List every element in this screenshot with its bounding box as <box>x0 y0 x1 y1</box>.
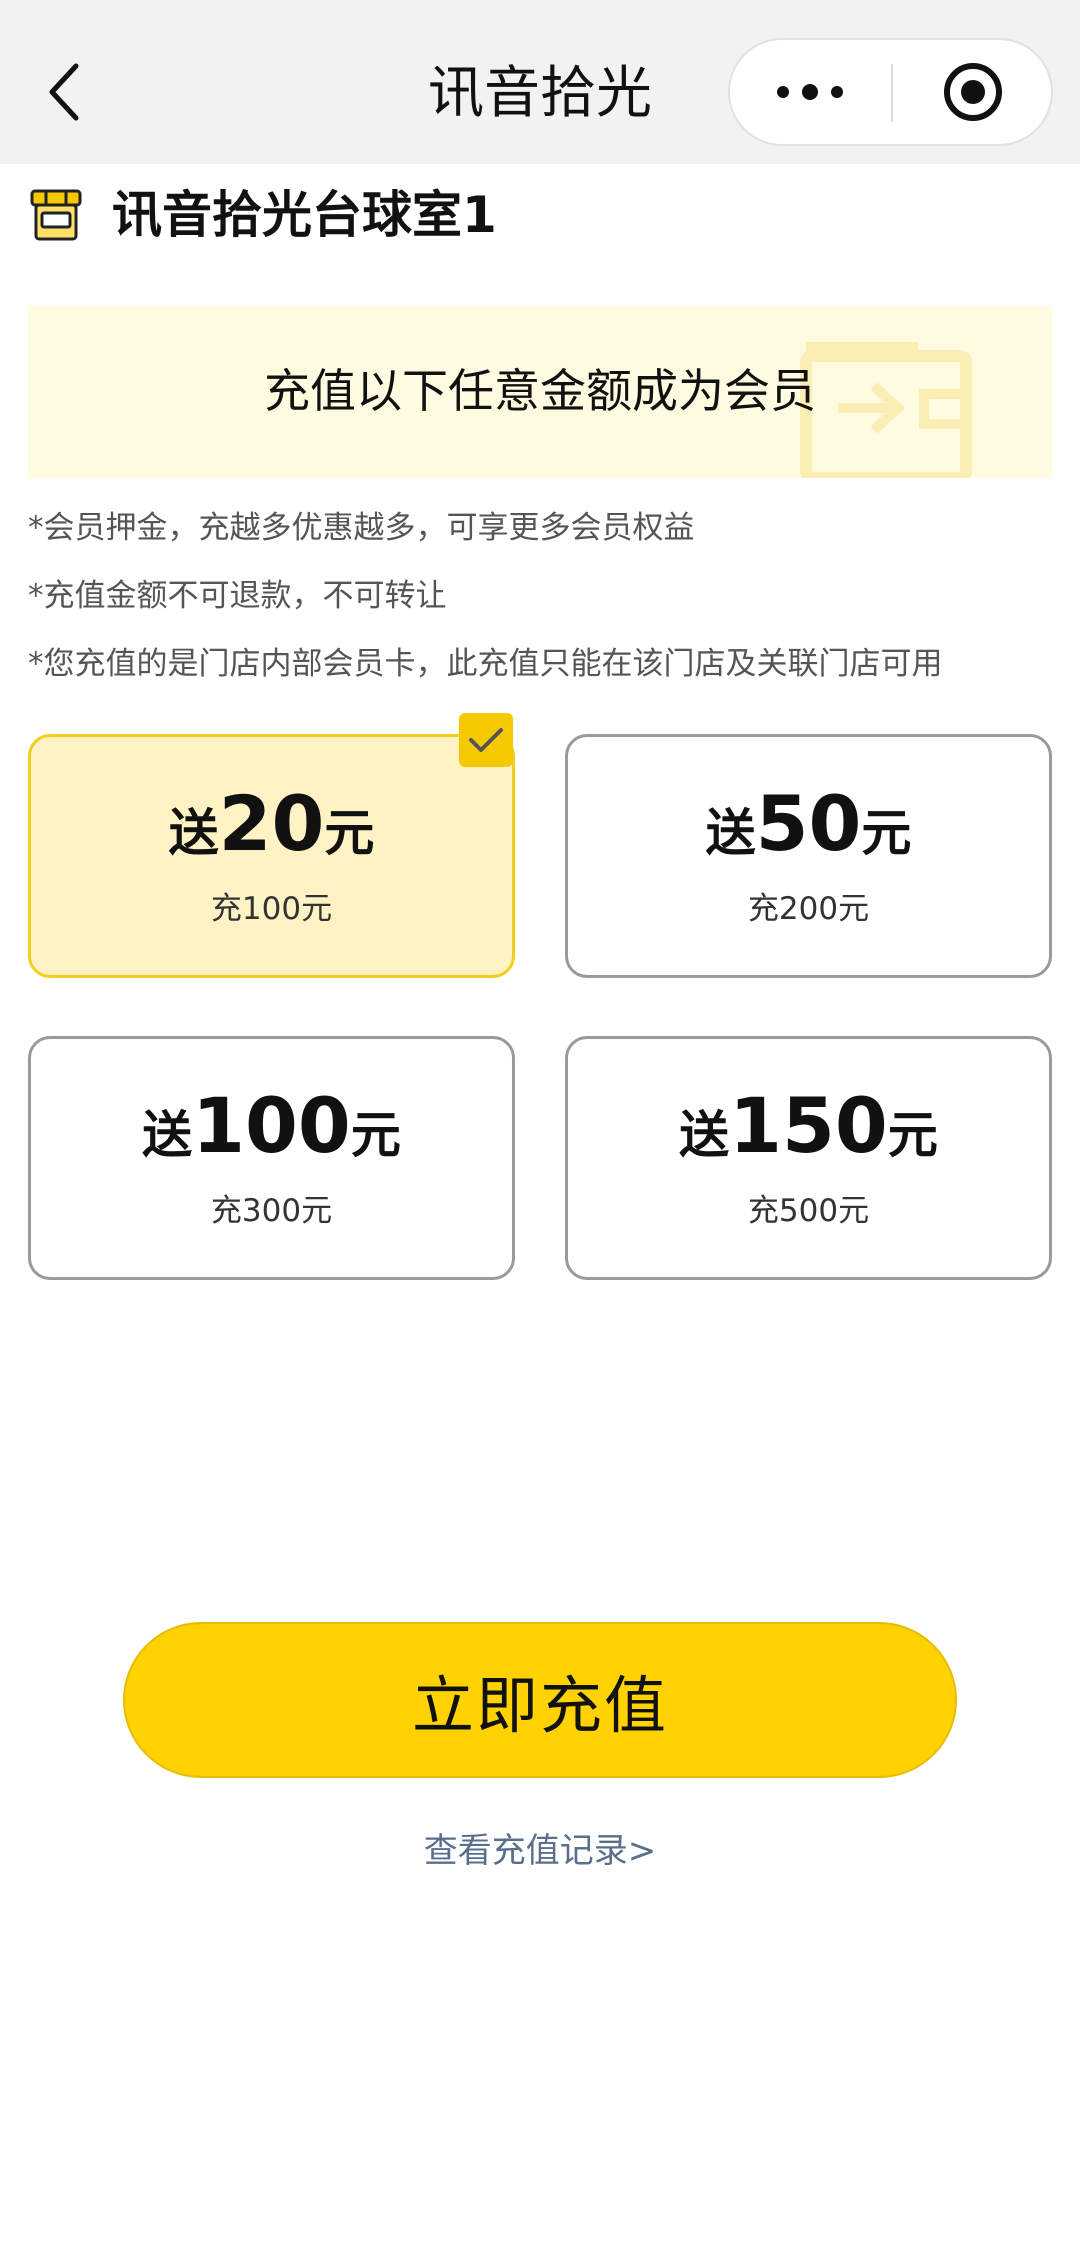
note-line: *充值金额不可退款，不可转让 <box>28 578 447 614</box>
pay-amount: 充500元 <box>747 1193 870 1229</box>
capsule-divider <box>891 64 893 122</box>
store-header: 讯音拾光台球室1 <box>28 180 497 250</box>
bonus-amount: 送20元 <box>168 779 375 868</box>
bonus-amount: 送100元 <box>142 1081 401 1170</box>
bonus-amount: 送150元 <box>679 1081 938 1170</box>
record-circle-icon <box>943 63 1002 121</box>
more-button[interactable] <box>730 40 890 144</box>
recharge-notes: *会员押金，充越多优惠越多，可享更多会员权益 *充值金额不可退款，不可转让 *您… <box>28 494 1058 698</box>
member-banner: 充值以下任意金额成为会员 <box>28 306 1052 478</box>
check-icon <box>469 728 503 752</box>
recharge-options: 送20元 充100元 送50元 充200元 送100元 充300元 送150元 … <box>28 713 1054 1280</box>
pay-amount: 充100元 <box>210 891 333 927</box>
storefront-icon <box>30 189 82 241</box>
more-dots-icon <box>777 84 843 100</box>
bonus-amount: 送50元 <box>705 779 912 868</box>
close-miniprogram-button[interactable] <box>894 40 1051 144</box>
recharge-option-100[interactable]: 送20元 充100元 <box>28 713 515 978</box>
recharge-now-button[interactable]: 立即充值 <box>123 1622 957 1778</box>
recharge-option-500[interactable]: 送150元 充500元 <box>565 1036 1052 1280</box>
capsule-menu <box>728 38 1053 146</box>
recharge-option-200[interactable]: 送50元 充200元 <box>565 734 1052 978</box>
recharge-option-300[interactable]: 送100元 充300元 <box>28 1036 515 1280</box>
store-name: 讯音拾光台球室1 <box>112 186 497 244</box>
banner-text: 充值以下任意金额成为会员 <box>264 364 816 418</box>
view-recharge-records-link[interactable]: 查看充值记录> <box>0 1826 1080 1876</box>
pay-amount: 充300元 <box>210 1193 333 1229</box>
pay-amount: 充200元 <box>747 891 870 927</box>
note-line: *您充值的是门店内部会员卡，此充值只能在该门店及关联门店可用 <box>28 646 943 682</box>
selected-check-badge <box>459 713 513 767</box>
top-navbar: 讯音拾光 <box>0 0 1080 164</box>
note-line: *会员押金，充越多优惠越多，可享更多会员权益 <box>28 510 695 546</box>
